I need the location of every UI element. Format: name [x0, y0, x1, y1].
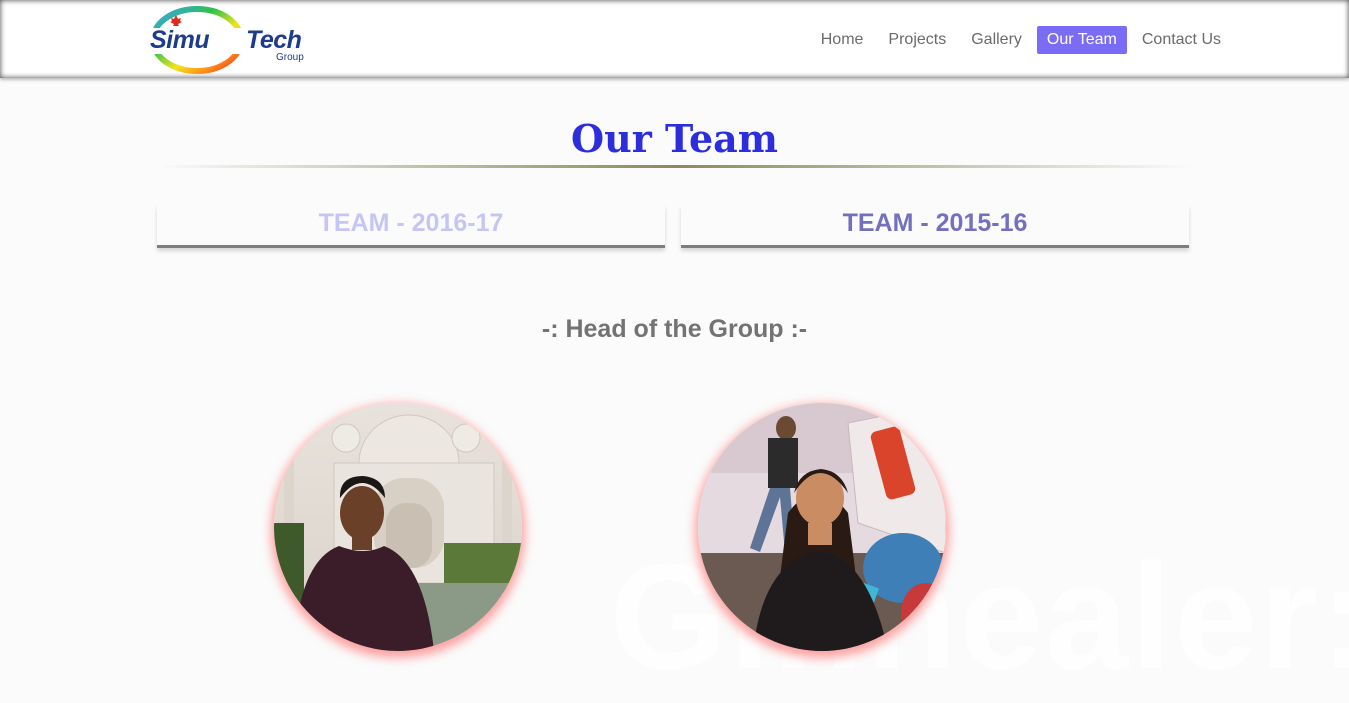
team-head-photo-2[interactable] [698, 403, 946, 651]
tab-team-2015-16[interactable]: TEAM - 2015-16 [681, 205, 1189, 248]
logo-text-simu: Simu [150, 26, 210, 54]
nav-contact-us[interactable]: Contact Us [1132, 26, 1231, 54]
nav-projects[interactable]: Projects [878, 26, 956, 54]
nav-home[interactable]: Home [811, 26, 874, 54]
tab-team-2016-17[interactable]: TEAM - 2016-17 [157, 205, 665, 248]
photo-illustration [698, 403, 946, 651]
logo-text-tech: Tech [246, 26, 302, 54]
logo-text-group: Group [276, 52, 304, 63]
nav-gallery[interactable]: Gallery [961, 26, 1032, 54]
section-heading-head-of-group: -: Head of the Group :- [541, 315, 808, 343]
main-nav: Home Projects Gallery Our Team Contact U… [806, 26, 1231, 54]
title-divider [155, 165, 1195, 168]
page-title: Our Team [571, 116, 778, 161]
top-navbar: Simu Tech Group Home Projects Gallery Ou… [0, 0, 1349, 78]
team-head-photo-1[interactable] [274, 403, 522, 651]
photo-illustration [274, 403, 522, 651]
nav-our-team[interactable]: Our Team [1036, 26, 1127, 54]
simutech-logo[interactable]: Simu Tech Group [150, 6, 320, 74]
